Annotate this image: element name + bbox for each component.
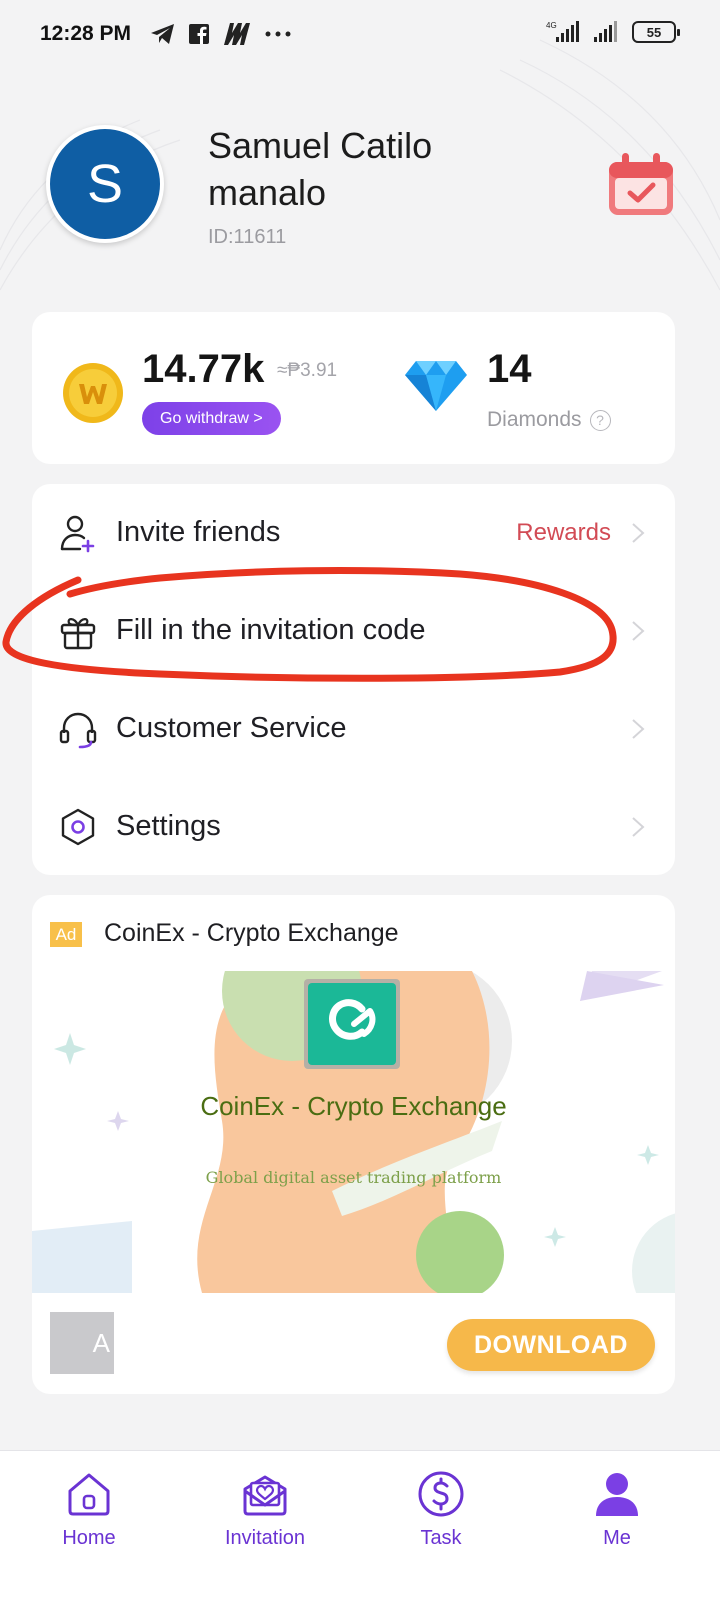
headset-icon [59, 712, 97, 748]
user-name: Samuel Catilo manalo [208, 125, 433, 213]
ad-badge: Ad [50, 922, 82, 947]
user-id: ID:11611 [208, 226, 287, 248]
menu-item-invite-friends[interactable]: Invite friends Rewards [32, 484, 675, 581]
nav-home[interactable]: Home [14, 1469, 164, 1550]
notification-icons [150, 20, 292, 48]
ad-thumbnail: A [50, 1312, 114, 1374]
balance-card: 14.77k ≈₱3.91 Go withdraw > 14 Diamonds … [32, 312, 675, 464]
ad-card[interactable]: Ad CoinEx - Crypto Exchange CoinEx - Cry… [32, 895, 675, 1394]
nav-me[interactable]: Me [542, 1469, 692, 1550]
rewards-label: Rewards [516, 518, 611, 546]
invitation-icon [243, 1475, 287, 1516]
nav-label: Task [420, 1527, 462, 1549]
network-type-label: 4G [546, 21, 557, 30]
coin-balance: 14.77k [142, 347, 265, 391]
chevron-right-icon [632, 522, 645, 543]
chevron-right-icon [632, 718, 645, 739]
more-dots-icon [265, 31, 291, 37]
menu-item-invitation-code[interactable]: Fill in the invitation code [32, 582, 675, 679]
app-notification-icon [224, 23, 250, 45]
menu-item-label: Fill in the invitation code [116, 614, 426, 646]
nav-invitation[interactable]: Invitation [190, 1469, 340, 1550]
signal-4g-icon: 4G [546, 21, 579, 42]
nav-label: Home [62, 1527, 116, 1549]
status-bar: 12:28 PM 4G 55 [0, 0, 720, 70]
telegram-icon [151, 24, 174, 44]
nav-label: Invitation [224, 1527, 306, 1549]
ad-thumbnail-text: A [92, 1327, 110, 1358]
checkin-calendar-icon[interactable] [606, 150, 676, 218]
coin-approx-value: ≈₱3.91 [277, 360, 338, 381]
help-icon[interactable]: ? [589, 409, 611, 431]
settings-icon [61, 808, 95, 845]
chevron-right-icon [632, 816, 645, 837]
menu-item-label: Settings [116, 810, 221, 842]
signal-icon [594, 21, 617, 42]
diamonds-label-row: Diamonds ? [487, 408, 611, 432]
system-icons: 4G 55 [542, 20, 680, 44]
withdraw-button[interactable]: Go withdraw > [142, 402, 281, 435]
ad-image-tagline: Global digital asset trading platform [205, 1168, 502, 1187]
menu-item-label: Customer Service [116, 712, 347, 744]
facebook-icon [189, 24, 209, 44]
bottom-nav: Home Invitation Task Me [0, 1450, 720, 1600]
diamond-icon [405, 361, 467, 411]
menu-card: Invite friends Rewards Fill in the invit… [32, 484, 675, 875]
coin-icon [63, 363, 123, 423]
diamonds-label: Diamonds [487, 408, 582, 431]
chevron-right-icon [632, 620, 645, 641]
nav-label: Me [603, 1527, 631, 1549]
nav-task[interactable]: Task [366, 1469, 516, 1550]
home-icon [68, 1473, 110, 1516]
status-time: 12:28 PM [40, 22, 132, 45]
ad-image-title: CoinEx - Crypto Exchange [200, 1091, 507, 1121]
ad-title: CoinEx - Crypto Exchange [104, 919, 399, 947]
menu-item-label: Invite friends [116, 516, 281, 548]
add-user-icon [60, 515, 95, 552]
person-icon [596, 1473, 638, 1516]
battery-indicator: 55 [632, 21, 680, 43]
avatar[interactable]: S [46, 125, 164, 243]
ad-banner-image[interactable] [32, 971, 675, 1293]
menu-item-settings[interactable]: Settings [32, 778, 675, 875]
menu-item-customer-service[interactable]: Customer Service [32, 680, 675, 777]
diamond-count: 14 [487, 347, 532, 391]
download-button[interactable]: DOWNLOAD [447, 1319, 655, 1371]
dollar-icon [418, 1471, 464, 1517]
gift-icon [60, 617, 96, 649]
